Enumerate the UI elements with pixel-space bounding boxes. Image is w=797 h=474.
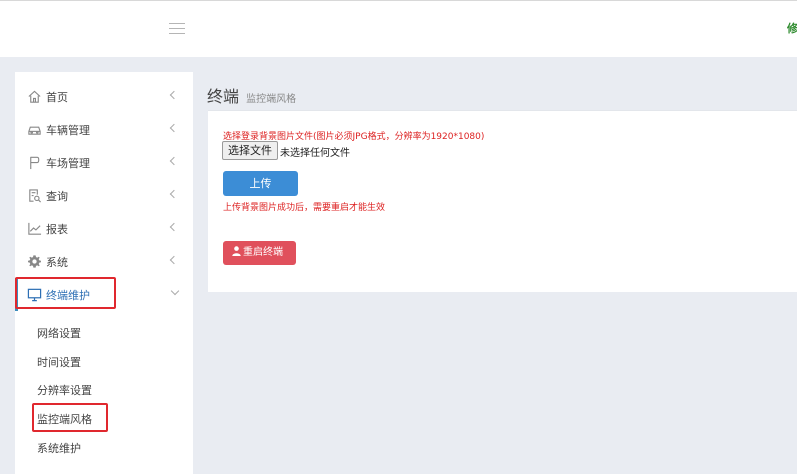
car-icon	[28, 126, 41, 135]
chevron-left-icon	[169, 123, 179, 133]
line-chart-icon	[28, 222, 42, 235]
reboot-terminal-button[interactable]: 重启终端	[223, 241, 296, 265]
submenu-item-monitor-style[interactable]: 监控端风格	[37, 411, 92, 427]
user-icon	[232, 246, 241, 256]
top-right-text[interactable]: 修	[787, 20, 797, 36]
chevron-left-icon	[169, 90, 179, 100]
upload-button[interactable]: 上传	[223, 171, 298, 196]
page-title-main: 终端	[207, 87, 240, 106]
sidebar-item-label: 查询	[46, 190, 68, 203]
sidebar-item-terminal-maintenance[interactable]: 终端维护	[15, 278, 193, 311]
sidebar: 首页 车辆管理 车场管理 查询 报表 系统 终端维护 网络设置 时间设置 分辨率…	[15, 72, 193, 474]
hamburger-menu-icon[interactable]	[169, 23, 185, 35]
gear-icon	[28, 255, 41, 268]
sidebar-item-label: 终端维护	[46, 289, 90, 302]
sidebar-item-label: 报表	[46, 223, 68, 236]
submenu-item-system-maintenance[interactable]: 系统维护	[37, 440, 81, 456]
sidebar-item-reports[interactable]: 报表	[15, 212, 193, 245]
chevron-left-icon	[169, 222, 179, 232]
sidebar-item-label: 首页	[46, 91, 68, 104]
file-status-text: 未选择任何文件	[280, 148, 350, 159]
sidebar-item-label: 车辆管理	[46, 124, 90, 137]
sidebar-item-system[interactable]: 系统	[15, 245, 193, 278]
top-navbar: 修	[0, 0, 797, 57]
active-indicator	[15, 278, 18, 311]
sidebar-item-label: 系统	[46, 256, 68, 269]
home-icon	[28, 90, 41, 103]
submenu-item-time-settings[interactable]: 时间设置	[37, 354, 81, 370]
submenu-item-network-settings[interactable]: 网络设置	[37, 325, 81, 341]
flag-icon	[30, 156, 40, 170]
monitor-icon	[27, 288, 42, 302]
chevron-down-icon	[170, 286, 180, 296]
reboot-terminal-label: 重启终端	[243, 247, 283, 258]
chevron-left-icon	[169, 189, 179, 199]
upload-success-hint: 上传背景图片成功后，需要重启才能生效	[223, 203, 386, 213]
sidebar-item-parking[interactable]: 车场管理	[15, 146, 193, 179]
sidebar-item-query[interactable]: 查询	[15, 179, 193, 212]
submenu-item-resolution-settings[interactable]: 分辨率设置	[37, 382, 92, 398]
chevron-left-icon	[169, 156, 179, 166]
chevron-left-icon	[169, 255, 179, 265]
sidebar-item-vehicles[interactable]: 车辆管理	[15, 113, 193, 146]
search-doc-icon	[29, 189, 41, 203]
sidebar-item-home[interactable]: 首页	[15, 80, 193, 113]
upload-panel: 选择登录背景图片文件(图片必须JPG格式，分辨率为1920*1080) 选择文件…	[208, 110, 797, 292]
sidebar-item-label: 车场管理	[46, 157, 90, 170]
choose-file-button[interactable]: 选择文件	[222, 141, 278, 160]
page-subtitle: 监控端风格	[246, 94, 297, 105]
page-title: 终端 监控端风格	[207, 83, 296, 107]
